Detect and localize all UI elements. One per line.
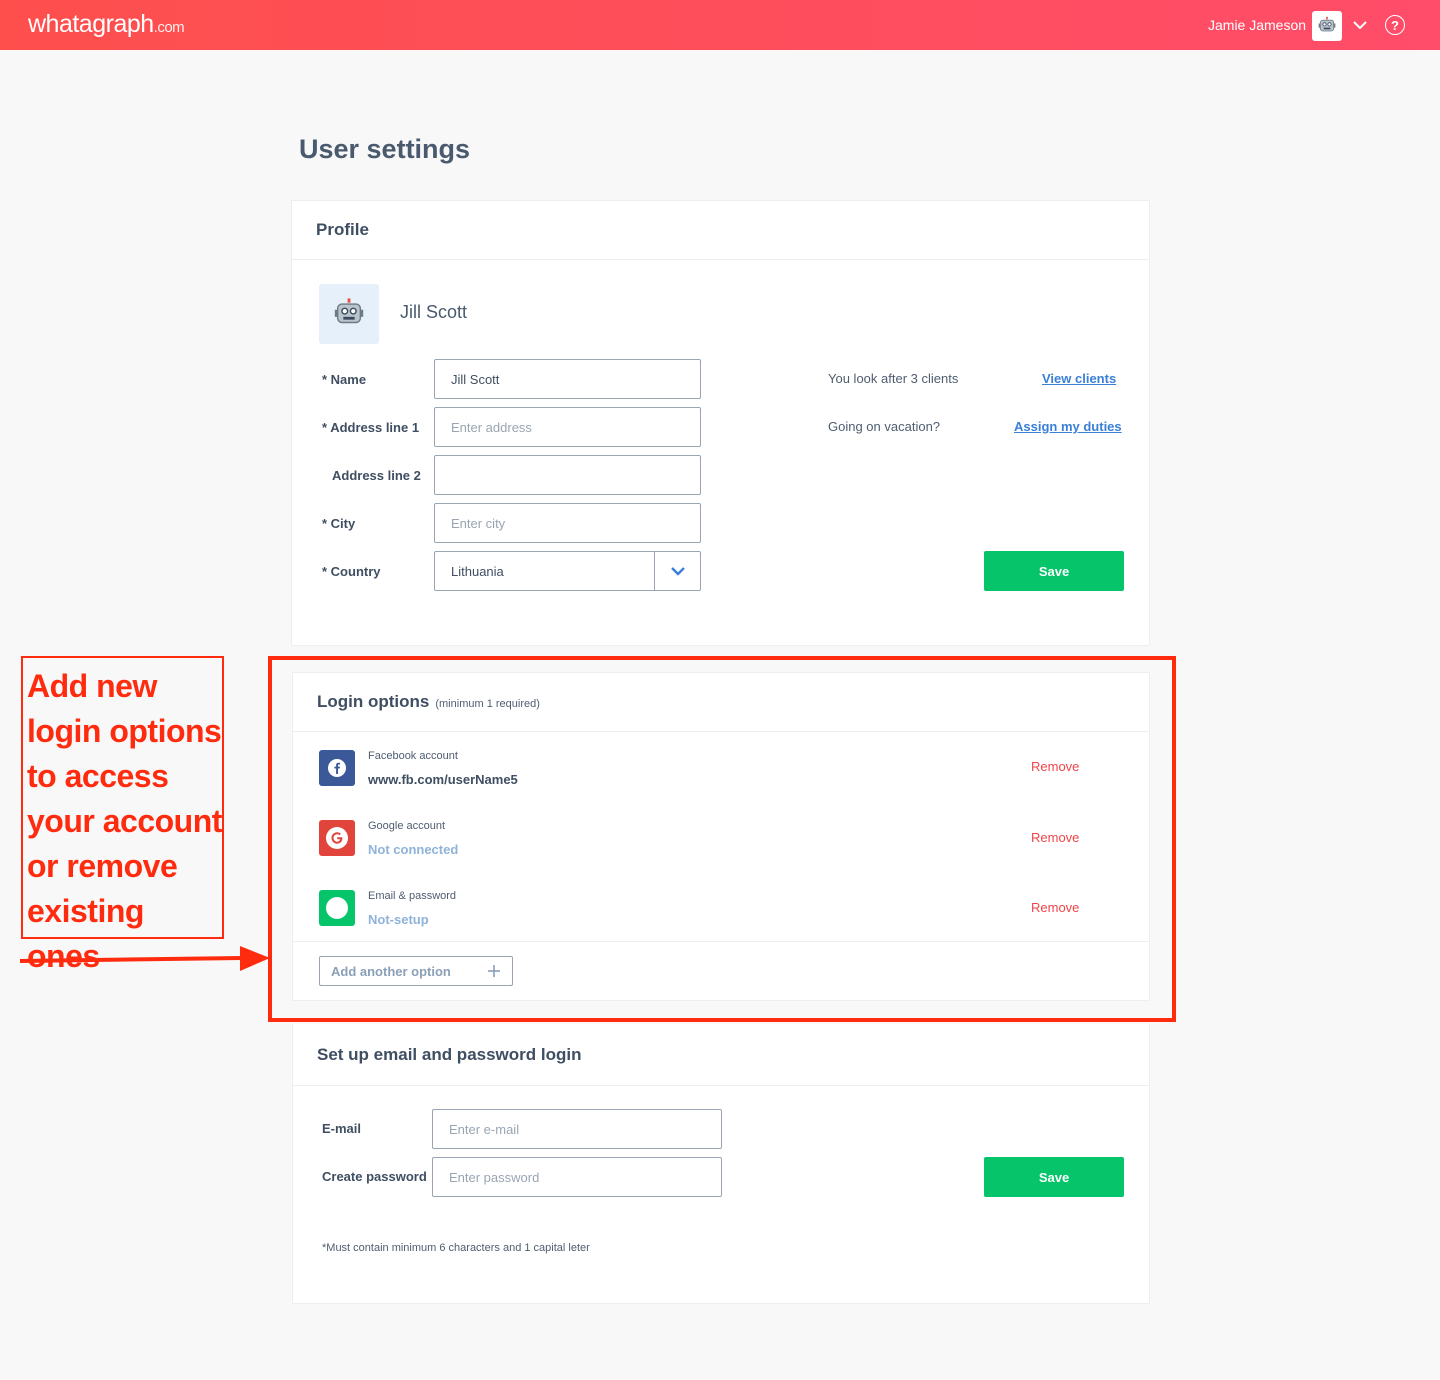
assign-duties-link[interactable]: Assign my duties — [1014, 419, 1122, 434]
email-label: E-mail — [322, 1121, 362, 1136]
name-label: * Name — [322, 372, 367, 387]
whatagraph-logo[interactable]: whatagraph.com — [28, 10, 185, 39]
email-setup-header: Set up email and password login — [293, 1024, 1149, 1086]
robot-icon — [1318, 16, 1336, 32]
view-clients-link[interactable]: View clients — [1042, 371, 1116, 386]
name-input[interactable]: Jill Scott — [434, 359, 701, 399]
email-save-button[interactable]: Save — [984, 1157, 1124, 1197]
chevron-down-icon — [670, 567, 685, 576]
address-line-2-input[interactable] — [434, 455, 701, 495]
annotation-text: Add new login options to access your acc… — [27, 668, 222, 974]
annotation-arrow-icon — [20, 946, 270, 971]
country-dropdown-toggle[interactable] — [654, 552, 700, 590]
chevron-down-icon[interactable] — [1352, 18, 1368, 32]
address-line-1-input[interactable]: Enter address — [434, 407, 701, 447]
password-input[interactable]: Enter password — [432, 1157, 722, 1197]
email-setup-title: Set up email and password login — [317, 1044, 582, 1064]
profile-header: Profile — [292, 201, 1149, 260]
email-input[interactable]: Enter e-mail — [432, 1109, 722, 1149]
profile-header-title: Profile — [316, 220, 369, 239]
city-label: * City — [322, 516, 356, 531]
login-options-highlight — [268, 656, 1176, 1022]
profile-avatar[interactable] — [319, 284, 379, 344]
clients-count-text: You look after 3 clients — [828, 371, 959, 386]
password-hint: *Must contain minimum 6 characters and 1… — [322, 1242, 590, 1254]
profile-save-button[interactable]: Save — [984, 551, 1124, 591]
profile-display-name: Jill Scott — [400, 302, 468, 322]
help-icon[interactable]: ? — [1385, 15, 1405, 35]
user-avatar[interactable] — [1312, 11, 1342, 41]
top-bar: whatagraph.com Jamie Jameson ? — [0, 0, 1440, 50]
robot-icon — [334, 298, 364, 324]
city-input[interactable]: Enter city — [434, 503, 701, 543]
country-label: * Country — [322, 564, 381, 579]
logo-main: whatagraph — [28, 10, 154, 38]
current-user-name[interactable]: Jamie Jameson — [1208, 17, 1306, 33]
country-value: Lithuania — [451, 563, 504, 579]
password-label: Create password — [322, 1169, 427, 1184]
vacation-text: Going on vacation? — [828, 419, 941, 434]
page-title: User settings — [299, 134, 471, 164]
address-line-2-label: Address line 2 — [332, 468, 421, 483]
address-line-1-label: * Address line 1 — [322, 420, 420, 435]
logo-suffix: .com — [153, 19, 185, 36]
country-select[interactable]: Lithuania — [434, 551, 701, 591]
